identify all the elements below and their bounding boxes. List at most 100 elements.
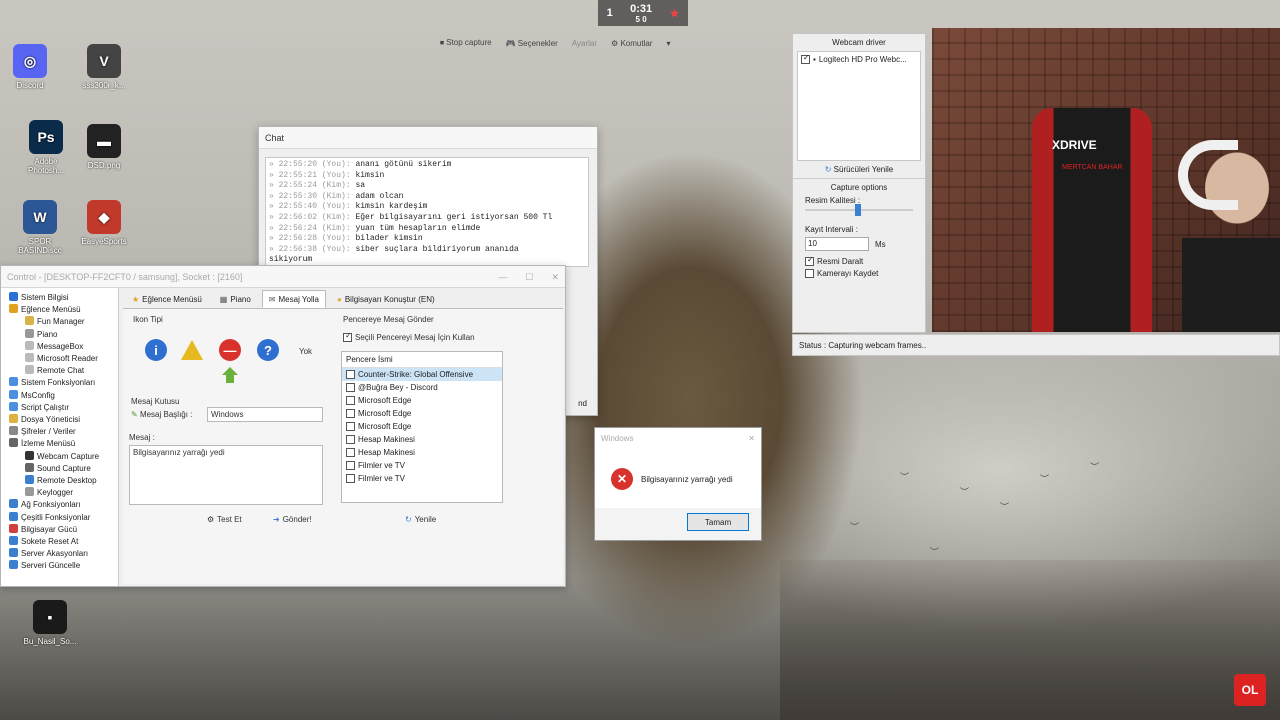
- webcam-device-item[interactable]: ✓ ▪ Logitech HD Pro Webc...: [801, 53, 917, 64]
- error-icon[interactable]: —: [219, 339, 241, 361]
- stop-capture-button[interactable]: ⏹ Stop capture: [440, 38, 492, 48]
- window-title: Microsoft Edge: [358, 396, 412, 405]
- chat-timestamp: » 22:56:24 (Kim):: [269, 223, 351, 233]
- tree-item[interactable]: Bilgisayar Gücü: [1, 523, 118, 536]
- tree-item[interactable]: Ağ Fonksiyonları: [1, 499, 118, 511]
- bird-icon: ︶: [850, 522, 860, 532]
- chat-timestamp: » 22:55:24 (Kim):: [269, 181, 351, 191]
- message-input[interactable]: Bilgisayarınız yarrağı yedi: [129, 445, 323, 505]
- close-icon[interactable]: ✕: [551, 266, 559, 288]
- tree-item[interactable]: MsConfig: [1, 389, 118, 402]
- window-list-row[interactable]: Filmler ve TV: [342, 459, 502, 472]
- tree-item[interactable]: Dosya Yöneticisi: [1, 414, 118, 426]
- status-bar: Status : Capturing webcam frames..: [792, 334, 1280, 356]
- webcam-driver-list[interactable]: ✓ ▪ Logitech HD Pro Webc...: [797, 51, 921, 161]
- collapse-icon[interactable]: ▾: [666, 39, 670, 48]
- tree-item[interactable]: Serveri Güncelle: [1, 560, 118, 572]
- window-list-row[interactable]: @Buğra Bey - Discord: [342, 381, 502, 394]
- minimize-icon[interactable]: —: [498, 266, 507, 288]
- shrink-checkbox[interactable]: ✓ Resmi Daralt: [793, 255, 925, 266]
- tree-item[interactable]: Remote Desktop: [1, 475, 118, 487]
- checkbox-icon[interactable]: [346, 448, 355, 457]
- chat-text: kimsin: [355, 170, 385, 180]
- bird-icon: ︶: [900, 472, 910, 482]
- tab[interactable]: ● Bilgisayarı Konuştur (EN): [330, 290, 442, 308]
- window-list-row[interactable]: Filmler ve TV: [342, 472, 502, 485]
- tree-item[interactable]: Script Çalıştır: [1, 401, 118, 414]
- checkbox-icon[interactable]: [346, 422, 355, 431]
- tree-item-label: Şifreler / Veriler: [21, 427, 76, 437]
- tree-item[interactable]: Çeşitli Fonksiyonlar: [1, 511, 118, 524]
- selected-arrow-icon: [222, 367, 238, 375]
- window-list-row[interactable]: Hesap Makinesi: [342, 446, 502, 459]
- chat-log[interactable]: » 22:55:20 (You): ananı götünü sikerim» …: [265, 157, 589, 267]
- tree-item[interactable]: Piano: [1, 328, 118, 341]
- close-icon[interactable]: ✕: [748, 428, 755, 450]
- easyesports-icon: ◆: [87, 200, 121, 234]
- slider-thumb[interactable]: [855, 204, 861, 216]
- icon-none-label[interactable]: Yok: [299, 347, 312, 356]
- tree-item[interactable]: Server Akasyonları: [1, 548, 118, 560]
- desktop-icon[interactable]: ▬ DSD.png: [74, 124, 134, 170]
- tree-item[interactable]: Sokete Reset At: [1, 536, 118, 548]
- save-camera-checkbox[interactable]: Kamerayı Kaydet: [793, 269, 925, 278]
- commands-button[interactable]: ⚙ Komutlar: [611, 39, 652, 48]
- info-icon[interactable]: i: [145, 339, 167, 361]
- tree-item[interactable]: Webcam Capture: [1, 450, 118, 463]
- tree-item[interactable]: İzleme Menüsü: [1, 438, 118, 450]
- title-input[interactable]: Windows: [207, 407, 323, 422]
- refresh-drivers-button[interactable]: ↻ Sürücüleri Yenile: [793, 165, 925, 174]
- tree-item[interactable]: Sistem Fonksiyonları: [1, 377, 118, 389]
- interval-input[interactable]: 10: [805, 237, 869, 251]
- bird-icon: ︶: [1040, 474, 1050, 484]
- tab[interactable]: ★ Eğlence Menüsü: [125, 290, 209, 308]
- tree-item[interactable]: Eğlence Menüsü: [1, 304, 118, 316]
- window-list[interactable]: Pencere İsmi Counter-Strike: Global Offe…: [341, 351, 503, 503]
- checkbox-icon[interactable]: [346, 435, 355, 444]
- desktop-icon[interactable]: W SPOR BASINDiscc: [10, 200, 70, 255]
- checkbox-icon[interactable]: [346, 383, 355, 392]
- window-list-row[interactable]: Hesap Makinesi: [342, 433, 502, 446]
- maximize-icon[interactable]: ☐: [525, 266, 533, 288]
- tab[interactable]: ▦ Piano: [213, 290, 258, 308]
- checkbox-icon[interactable]: [346, 461, 355, 470]
- desktop-icon[interactable]: Ps Adobe Photosh...: [16, 120, 76, 175]
- checkbox-icon[interactable]: [346, 409, 355, 418]
- tree-item-label: MessageBox: [37, 341, 84, 351]
- window-list-row[interactable]: Counter-Strike: Global Offensive: [342, 368, 502, 381]
- use-selected-checkbox[interactable]: ✓ Seçili Pencereyi Mesaj İçin Kullan: [343, 331, 475, 342]
- warning-icon[interactable]: [181, 339, 203, 361]
- window-list-row[interactable]: Microsoft Edge: [342, 394, 502, 407]
- checkbox-icon[interactable]: [346, 396, 355, 405]
- settings-button[interactable]: Ayarlar: [572, 39, 597, 48]
- send-button[interactable]: ➜ Gönder!: [273, 515, 312, 524]
- desktop-icon[interactable]: ▪ Bu_Nasil_So...: [20, 600, 80, 646]
- quality-slider[interactable]: [805, 204, 913, 216]
- refresh-button[interactable]: ↻ Yenile: [405, 515, 436, 524]
- checkbox-icon[interactable]: [346, 474, 355, 483]
- test-button[interactable]: ⚙ Test Et: [207, 515, 242, 524]
- question-icon[interactable]: ?: [257, 339, 279, 361]
- tree-item[interactable]: Sistem Bilgisi: [1, 292, 118, 304]
- window-list-row[interactable]: Microsoft Edge: [342, 407, 502, 420]
- tree-item[interactable]: MessageBox: [1, 340, 118, 353]
- chat-line: » 22:56:38 (You): siber suçlara bildiriy…: [269, 245, 585, 256]
- desktop-icon[interactable]: ◎ Discord: [0, 44, 60, 90]
- tree-item[interactable]: Şifreler / Veriler: [1, 426, 118, 438]
- tree-item[interactable]: Fun Manager: [1, 316, 118, 328]
- window-title: Hesap Makinesi: [358, 435, 415, 444]
- tree-item[interactable]: Keylogger: [1, 487, 118, 499]
- desktop-icon[interactable]: ◆ EasyeSports: [74, 200, 134, 246]
- tree-item[interactable]: Microsoft Reader: [1, 353, 118, 365]
- options-button[interactable]: 🎮 Seçenekler: [506, 39, 558, 48]
- tree-item-icon: [25, 365, 34, 375]
- ok-button[interactable]: Tamam: [687, 513, 749, 531]
- tree-item[interactable]: Sound Capture: [1, 462, 118, 475]
- desktop-icon[interactable]: Vsss300r_k...: [74, 44, 134, 90]
- window-list-row[interactable]: Microsoft Edge: [342, 420, 502, 433]
- status-text: Status : Capturing webcam frames..: [799, 341, 927, 350]
- desktop-icon-label: EasyeSports: [81, 237, 127, 246]
- checkbox-icon[interactable]: [346, 370, 355, 379]
- tab[interactable]: ✉ Mesaj Yolla: [261, 290, 326, 308]
- tree-item[interactable]: Remote Chat: [1, 365, 118, 377]
